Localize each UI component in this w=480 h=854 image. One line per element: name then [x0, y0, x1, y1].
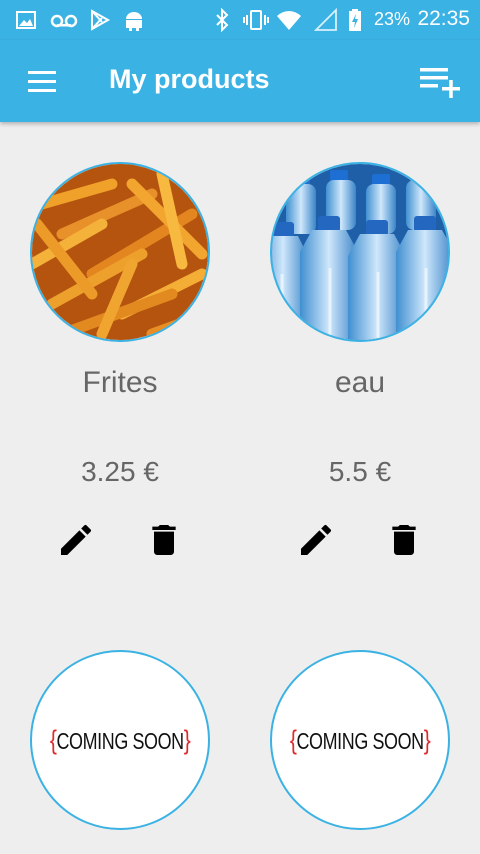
brace-open: {	[289, 724, 297, 755]
product-name: Frites	[82, 366, 158, 399]
brace-close: }	[183, 724, 191, 755]
edit-button[interactable]	[296, 520, 336, 560]
delete-button[interactable]	[384, 520, 424, 560]
pencil-icon	[61, 524, 92, 555]
coming-soon-label: COMING SOON	[296, 727, 424, 754]
trash-icon	[152, 525, 176, 555]
pencil-icon	[301, 524, 332, 555]
edit-button[interactable]	[56, 520, 96, 560]
delete-button[interactable]	[144, 520, 184, 560]
water-bottles-photo	[272, 164, 448, 340]
coming-soon-placeholder: {COMING SOON}	[30, 650, 210, 830]
brace-open: {	[49, 724, 57, 755]
fries-photo	[32, 164, 208, 340]
product-image-water	[270, 162, 450, 342]
coming-soon-placeholder: {COMING SOON}	[270, 650, 450, 830]
product-price: 5.5 €	[328, 456, 392, 487]
product-name: eau	[334, 366, 386, 399]
product-price: 3.25 €	[81, 456, 159, 487]
product-card-frites[interactable]: Frites 3.25 €	[0, 0, 240, 600]
coming-soon-label: COMING SOON	[56, 727, 184, 754]
product-card-eau[interactable]: eau 5.5 €	[240, 0, 480, 600]
product-image-fries	[30, 162, 210, 342]
brace-close: }	[423, 724, 431, 755]
trash-icon	[392, 525, 416, 555]
